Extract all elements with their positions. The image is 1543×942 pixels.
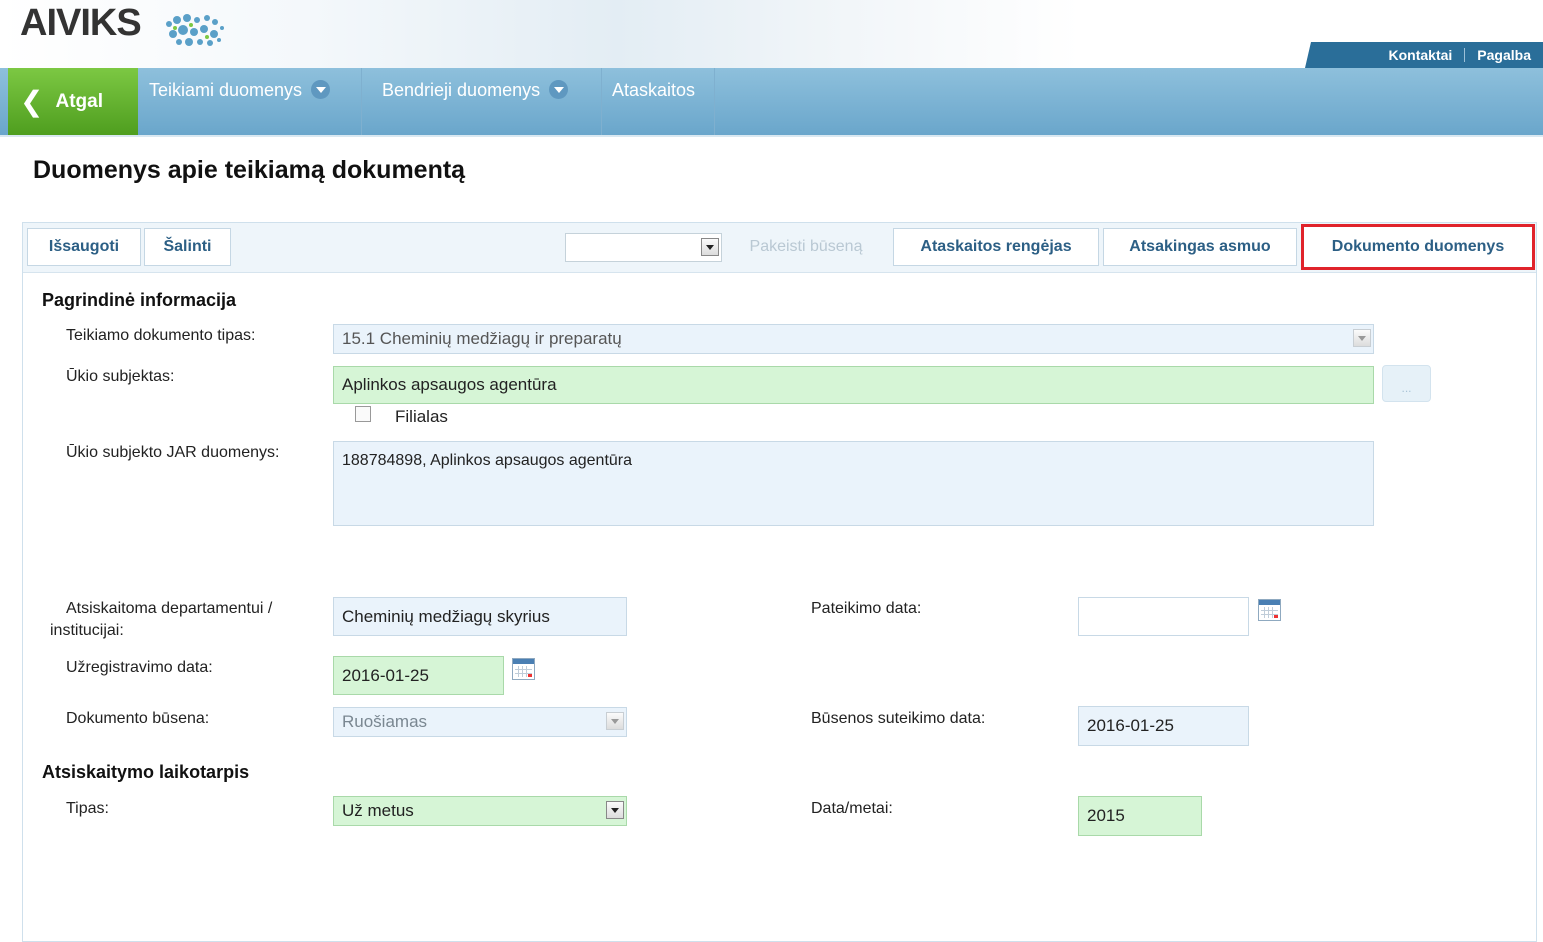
calendar-icon[interactable]	[1258, 599, 1281, 621]
period-type-select[interactable]: Už metus	[333, 796, 627, 826]
logo-dots-icon	[166, 14, 224, 46]
nav-item-teikiami-duomenys[interactable]: Teikiami duomenys	[139, 68, 362, 135]
help-link[interactable]: Pagalba	[1465, 47, 1543, 63]
status-date-field[interactable]: 2016-01-25	[1078, 706, 1249, 746]
chevron-down-icon	[549, 79, 569, 99]
status-select[interactable]	[565, 233, 722, 262]
jar-textarea[interactable]: 188784898, Aplinkos apsaugos agentūra	[333, 441, 1374, 526]
period-type-value: Už metus	[342, 801, 414, 820]
jar-label: Ūkio subjekto JAR duomenys:	[66, 444, 280, 461]
change-status-button[interactable]: Pakeisti būseną	[726, 228, 886, 266]
tab-document-data[interactable]: Dokumento duomenys	[1301, 224, 1535, 270]
subject-label: Ūkio subjektas:	[66, 368, 175, 385]
year-label: Data/metai:	[811, 800, 893, 817]
tab-responsible-person[interactable]: Atsakingas asmuo	[1103, 228, 1297, 266]
tab-report-preparer[interactable]: Ataskaitos rengėjas	[893, 228, 1099, 266]
year-field[interactable]: 2015	[1078, 796, 1202, 836]
subject-field[interactable]: Aplinkos apsaugos agentūra	[333, 366, 1374, 404]
nav-item-label: Ataskaitos	[612, 80, 696, 100]
status-label: Dokumento būsena:	[66, 710, 210, 727]
doc-type-select[interactable]: 15.1 Cheminių medžiagų ir preparatų	[333, 324, 1374, 354]
status-date-label: Būsenos suteikimo data:	[811, 710, 986, 727]
chevron-down-icon[interactable]	[606, 801, 624, 819]
chevron-left-icon: ❮	[20, 85, 44, 117]
save-button[interactable]: Išsaugoti	[27, 228, 141, 266]
document-status-select[interactable]: Ruošiamas	[333, 707, 627, 737]
chevron-down-icon	[311, 79, 331, 99]
top-links: Kontaktai Pagalba	[1305, 42, 1543, 68]
period-type-label: Tipas:	[66, 800, 109, 817]
section-heading-main-info: Pagrindinė informacija	[42, 290, 237, 310]
back-button[interactable]: ❮ Atgal	[8, 68, 138, 135]
subject-lookup-button[interactable]: ...	[1382, 365, 1431, 402]
nav-item-ataskaitos[interactable]: Ataskaitos	[602, 68, 715, 135]
branch-checkbox[interactable]	[355, 406, 371, 422]
chevron-down-icon[interactable]	[1353, 329, 1371, 347]
main-navbar: ❮ Atgal Teikiami duomenys Bendrieji duom…	[0, 68, 1543, 137]
calendar-icon[interactable]	[512, 658, 535, 680]
doc-type-value: 15.1 Cheminių medžiagų ir preparatų	[342, 329, 622, 348]
nav-item-bendrieji-duomenys[interactable]: Bendrieji duomenys	[362, 68, 602, 135]
back-button-label: Atgal	[55, 90, 103, 112]
chevron-down-icon[interactable]	[606, 712, 624, 730]
nav-item-label: Bendrieji duomenys	[382, 80, 541, 100]
submit-date-label: Pateikimo data:	[811, 600, 922, 617]
section-heading-period: Atsiskaitymo laikotarpis	[42, 762, 250, 782]
reg-date-label: Užregistravimo data:	[66, 659, 213, 676]
delete-button[interactable]: Šalinti	[144, 228, 231, 266]
nav-item-label: Teikiami duomenys	[149, 80, 303, 100]
chevron-down-icon[interactable]	[701, 237, 719, 256]
page-title: Duomenys apie teikiamą dokumentą	[33, 156, 466, 184]
reg-date-field[interactable]: 2016-01-25	[333, 656, 504, 695]
department-field[interactable]: Cheminių medžiagų skyrius	[333, 597, 627, 636]
department-label: Atsiskaitoma departamentui / institucija…	[50, 600, 273, 639]
app-logo[interactable]: AIVIKS	[20, 2, 142, 45]
submit-date-field[interactable]	[1078, 597, 1249, 636]
branch-label: Filialas	[395, 407, 448, 426]
document-status-value: Ruošiamas	[342, 712, 428, 731]
doc-type-label: Teikiamo dokumento tipas:	[66, 327, 256, 344]
app-header: AIVIKS Kontaktai Pagalba	[0, 0, 1543, 68]
contacts-link[interactable]: Kontaktai	[1377, 47, 1465, 63]
